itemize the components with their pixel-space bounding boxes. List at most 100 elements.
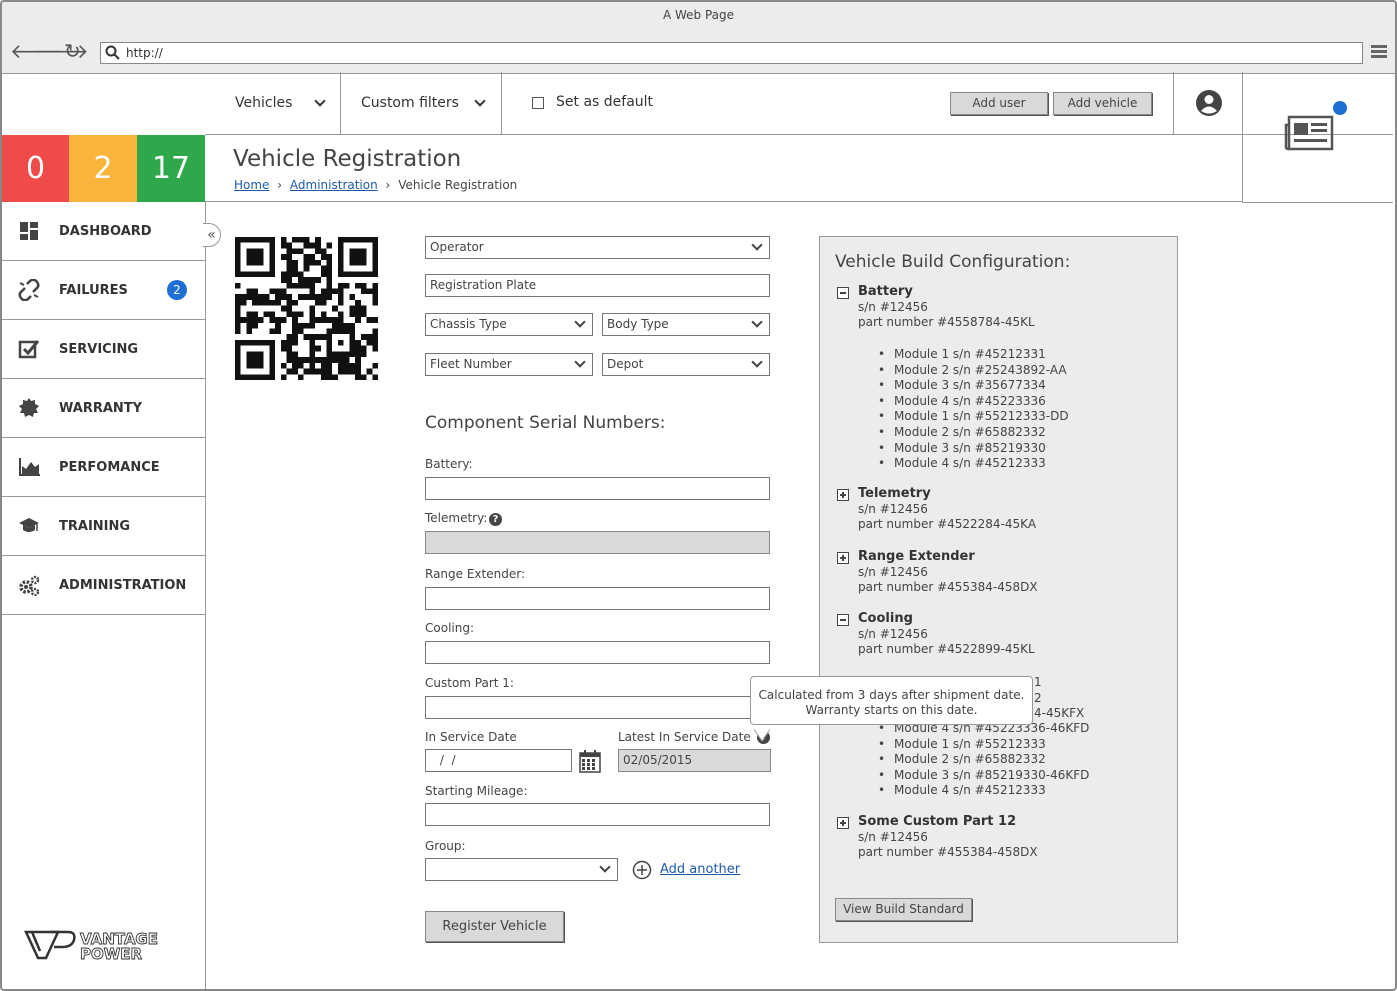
- critical-count[interactable]: 0: [2, 135, 69, 202]
- set-default-checkbox[interactable]: [532, 97, 544, 109]
- svg-text:POWER: POWER: [80, 945, 143, 961]
- list-item: 4-45KFX: [1034, 706, 1085, 721]
- add-circle-icon[interactable]: [632, 860, 652, 880]
- area-chart-icon: [19, 458, 40, 476]
- battery-sn: s/n #12456: [858, 299, 928, 314]
- status-counters: 0 2 17: [2, 135, 205, 202]
- graduation-cap-icon: [19, 518, 39, 532]
- broken-link-icon: [18, 279, 40, 301]
- custom-part-heading: Some Custom Part 12: [858, 814, 1017, 829]
- custom-part-pn: part number #455384-458DX: [858, 845, 1038, 860]
- cooling-sn: s/n #12456: [858, 626, 928, 641]
- in-service-date-input[interactable]: / /: [425, 749, 572, 772]
- registration-plate-input[interactable]: Registration Plate: [425, 274, 770, 297]
- user-avatar-icon[interactable]: [1195, 89, 1223, 117]
- range-extender-pn: part number #455384-458DX: [858, 580, 1038, 595]
- body-type-select[interactable]: Body Type: [602, 313, 770, 336]
- collapse-cooling-icon[interactable]: [837, 614, 849, 626]
- dashboard-icon: [20, 222, 38, 240]
- sidebar-item-label: SERVICING: [59, 342, 139, 357]
- register-vehicle-button[interactable]: Register Vehicle: [425, 911, 564, 942]
- battery-pn: part number #4558784-45KL: [858, 315, 1035, 330]
- list-item: • Module 1 s/n #45212331: [878, 347, 1046, 361]
- add-another-link[interactable]: Add another: [660, 862, 740, 877]
- breadcrumb-home[interactable]: Home: [234, 178, 269, 192]
- sidebar-item-warranty[interactable]: WARRANTY: [2, 379, 206, 438]
- url-bar[interactable]: http://: [100, 42, 1363, 64]
- starting-mileage-input[interactable]: [425, 803, 770, 826]
- list-item: • Module 1 s/n #55212333: [878, 736, 1046, 751]
- vantage-power-logo: VANTAGE POWER: [24, 930, 158, 961]
- component-serials-heading: Component Serial Numbers:: [425, 413, 666, 433]
- cooling-modules-partial: 1 2 4-45KFX: [1034, 675, 1084, 722]
- expand-range-extender-icon[interactable]: [837, 552, 849, 564]
- qr-code-image: [235, 237, 378, 380]
- cooling-modules-list: • Module 4 s/n #45223336-46KFD • Module 1 s…: [878, 721, 1089, 799]
- sidebar-item-label: WARRANTY: [59, 401, 143, 416]
- add-user-button[interactable]: Add user: [950, 92, 1048, 115]
- breadcrumb-administration[interactable]: Administration: [290, 178, 378, 192]
- sidebar-item-label: TRAINING: [59, 519, 131, 534]
- chevron-right-icon: ›: [277, 178, 283, 192]
- sidebar-item-training[interactable]: TRAINING: [2, 497, 206, 556]
- sidebar-item-label: ADMINISTRATION: [59, 578, 187, 593]
- failures-badge: 2: [167, 280, 187, 300]
- latest-in-service-date-label: Latest In Service Date: [618, 730, 751, 744]
- custom-filters-label: Custom filters: [361, 95, 459, 111]
- range-extender-sn: s/n #12456: [858, 564, 928, 579]
- sidebar-item-failures[interactable]: FAILURES 2: [2, 261, 206, 320]
- collapse-battery-icon[interactable]: [837, 287, 849, 299]
- battery-input[interactable]: [425, 477, 770, 500]
- list-item: • Module 3 s/n #35677334: [878, 378, 1046, 393]
- search-icon: [105, 45, 120, 60]
- telemetry-input: [425, 531, 770, 554]
- range-extender-input[interactable]: [425, 587, 770, 610]
- set-default-label: Set as default: [556, 94, 654, 110]
- battery-section: Battery s/n #12456 part number #4558784-…: [858, 284, 1035, 331]
- add-vehicle-button[interactable]: Add vehicle: [1053, 92, 1152, 115]
- chevron-right-icon: ›: [385, 178, 391, 192]
- view-build-standard-button[interactable]: View Build Standard: [835, 898, 972, 921]
- group-select[interactable]: [425, 858, 618, 881]
- custom-part-input[interactable]: [425, 696, 770, 719]
- checkbox-icon: [18, 340, 40, 359]
- seal-icon: [19, 398, 39, 417]
- battery-modules-list: • Module 1 s/n #45212331 • Module 2 s/n #25…: [878, 347, 1069, 472]
- expand-custom-part-icon[interactable]: [837, 817, 849, 829]
- fleet-number-select[interactable]: Fleet Number: [425, 353, 593, 376]
- vehicles-dropdown[interactable]: Vehicles: [235, 95, 326, 111]
- custom-part-section: Some Custom Part 12 s/n #12456 part numb…: [858, 814, 1038, 861]
- ok-count[interactable]: 17: [137, 135, 205, 202]
- cooling-heading: Cooling: [858, 611, 913, 626]
- operator-select[interactable]: Operator: [425, 236, 770, 259]
- list-item: 1: [1034, 675, 1042, 689]
- list-item: • Module 2 s/n #25243892-AA: [878, 362, 1067, 377]
- help-icon[interactable]: ?: [489, 513, 502, 526]
- newspaper-icon[interactable]: [1284, 115, 1334, 151]
- sidebar-item-dashboard[interactable]: DASHBOARD: [2, 202, 206, 261]
- custom-part-sn: s/n #12456: [858, 829, 928, 844]
- window-title: A Web Page: [2, 2, 1395, 30]
- list-item: • Module 3 s/n #85219330: [878, 440, 1046, 455]
- telemetry-heading: Telemetry: [858, 486, 931, 501]
- reload-icon[interactable]: ↻: [64, 39, 81, 63]
- sidebar-item-administration[interactable]: ADMINISTRATION: [2, 556, 206, 615]
- chassis-type-select[interactable]: Chassis Type: [425, 313, 593, 336]
- calendar-icon[interactable]: [579, 749, 601, 773]
- expand-telemetry-icon[interactable]: [837, 489, 849, 501]
- custom-filters-dropdown[interactable]: Custom filters: [361, 95, 486, 111]
- depot-select[interactable]: Depot: [602, 353, 770, 376]
- range-extender-label: Range Extender:: [425, 567, 525, 581]
- warning-count[interactable]: 2: [69, 135, 137, 202]
- url-text: http://: [126, 46, 163, 60]
- starting-mileage-label: Starting Mileage:: [425, 784, 528, 798]
- cooling-input[interactable]: [425, 641, 770, 664]
- menu-icon[interactable]: [1371, 45, 1387, 59]
- breadcrumb-current: Vehicle Registration: [398, 178, 518, 192]
- sidebar-item-perfomance[interactable]: PERFOMANCE: [2, 438, 206, 497]
- sidebar-item-servicing[interactable]: SERVICING: [2, 320, 206, 379]
- in-service-date-tooltip: Calculated from 3 days after shipment da…: [750, 676, 1033, 725]
- battery-label: Battery:: [425, 457, 473, 471]
- sidebar-item-label: FAILURES: [59, 283, 128, 298]
- list-item: 2: [1034, 690, 1042, 705]
